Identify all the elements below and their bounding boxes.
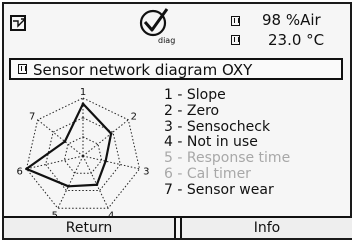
- radar-ring-3: [25, 97, 141, 209]
- legend-item-not-in-use: 4 - Not in use: [164, 134, 258, 151]
- legend: 1 - Slope 2 - Zero 3 - Sensocheck 4 - No…: [164, 87, 291, 199]
- radar-axis-label: 6: [16, 166, 22, 177]
- radar-spoke-5: [57, 155, 84, 209]
- legend-item-response-time: 5 - Response time: [164, 150, 291, 167]
- radar-point-4: [95, 183, 99, 187]
- oxygen-reading: 98 %Air: [262, 11, 321, 29]
- temperature-reading: 23.0 °C: [268, 31, 325, 49]
- legend-item-slope: 1 - Slope: [164, 87, 226, 103]
- device-screen: diag 98 %Air 23.0 °C Sensor network diag…: [2, 2, 352, 240]
- legend-item-sensor-wear: 7 - Sensor wear: [164, 181, 274, 198]
- measurement-mode-icon: [10, 15, 26, 31]
- channel-marker-icon: [18, 64, 27, 74]
- radar-axis-label: 7: [29, 111, 35, 122]
- sensor-network-radar-chart: 1234567: [16, 87, 149, 220]
- radar-point-7: [63, 140, 67, 143]
- info-button[interactable]: Info: [180, 218, 352, 238]
- radar-axis-label: 2: [131, 111, 137, 122]
- legend-item-zero: 2 - Zero: [164, 102, 220, 119]
- radar-axis-label: 3: [143, 166, 149, 177]
- radar-point-6: [25, 167, 28, 171]
- page-title: Sensor network diagram OXY: [33, 61, 253, 79]
- legend-item-cal-timer: 6 - Cal timer: [164, 165, 251, 182]
- channel-marker-icon: [231, 16, 240, 26]
- radar-point-2: [109, 132, 113, 135]
- softkey-bar: Return Info: [4, 216, 352, 238]
- status-bar: diag 98 %Air 23.0 °C: [4, 4, 350, 54]
- radar-spoke-7: [37, 119, 84, 157]
- radar-point-3: [104, 159, 107, 163]
- radar-ring-2: [45, 117, 121, 191]
- channel-marker-icon: [231, 35, 240, 45]
- radar-point-1: [81, 102, 85, 106]
- return-button[interactable]: Return: [4, 218, 176, 238]
- diagram-title-bar: Sensor network diagram OXY: [9, 58, 343, 80]
- radar-axis-label: 1: [80, 87, 86, 98]
- radar-spoke-2: [82, 119, 129, 157]
- legend-item-sensocheck: 3 - Sensocheck: [164, 118, 271, 135]
- radar-point-5: [67, 185, 70, 188]
- diag-label: diag: [158, 36, 176, 45]
- radar-spoke-3: [82, 155, 140, 170]
